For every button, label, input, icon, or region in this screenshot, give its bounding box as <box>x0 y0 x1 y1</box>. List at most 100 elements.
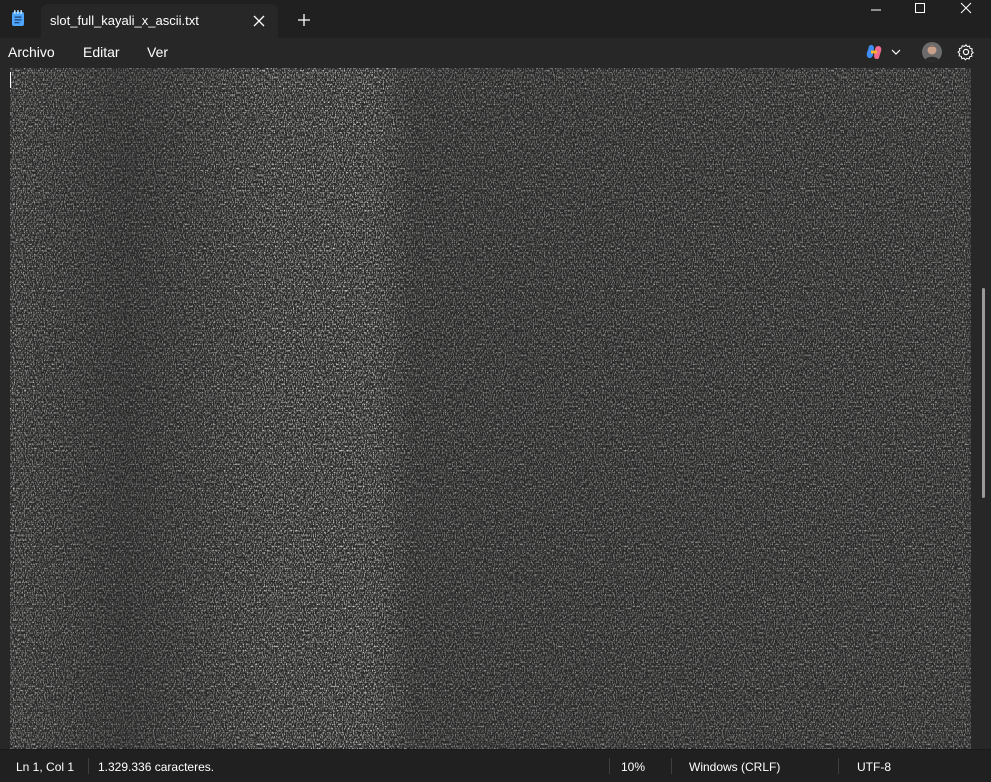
close-tab-icon[interactable] <box>250 12 268 30</box>
ascii-row-gap <box>10 133 971 134</box>
ascii-row-gap <box>10 479 971 480</box>
ascii-row-gap <box>10 589 971 590</box>
ascii-row-gap <box>10 169 971 170</box>
ascii-row-gap <box>10 499 971 500</box>
ascii-row-gap <box>10 601 971 602</box>
ascii-row-gap <box>10 631 971 632</box>
ascii-row-gap <box>10 505 971 506</box>
ascii-row-gap <box>10 719 971 720</box>
encoding[interactable]: UTF-8 <box>857 760 891 774</box>
ascii-row-gap <box>10 445 971 446</box>
ascii-row-gap <box>10 679 971 680</box>
minimize-button[interactable] <box>853 0 899 17</box>
close-icon <box>960 2 972 14</box>
ascii-row-gap <box>10 263 971 264</box>
tab-active-file[interactable]: slot_full_kayali_x_ascii.txt <box>41 4 278 38</box>
chevron-down-icon[interactable] <box>890 46 902 58</box>
ascii-row-gap <box>10 421 971 422</box>
ascii-row-gap <box>10 567 971 568</box>
ascii-row-gap <box>10 95 971 96</box>
ascii-row-gap <box>10 209 971 210</box>
ascii-row-gap <box>10 305 971 306</box>
ascii-row-gap <box>10 195 971 196</box>
ascii-row-gap <box>10 643 971 644</box>
ascii-row-gap <box>10 207 971 208</box>
ascii-row-gap <box>10 385 971 386</box>
ascii-row-gap <box>10 507 971 508</box>
ascii-row-gap <box>10 125 971 126</box>
zoom-level[interactable]: 10% <box>621 760 645 774</box>
notepad-window: slot_full_kayali_x_ascii.txt Archivo Edi… <box>0 0 991 782</box>
ascii-row-gap <box>10 715 971 716</box>
ascii-row-gap <box>10 223 971 224</box>
ascii-row-gap <box>10 573 971 574</box>
editor-area[interactable] <box>0 68 991 749</box>
ascii-row-gap <box>10 417 971 418</box>
ascii-row-gap <box>10 149 971 150</box>
ascii-row-gap <box>10 731 971 732</box>
scroll-thumb[interactable] <box>982 288 985 498</box>
vertical-scrollbar[interactable] <box>976 68 991 749</box>
line-ending[interactable]: Windows (CRLF) <box>689 760 780 774</box>
avatar[interactable] <box>922 42 942 62</box>
ascii-row-gap <box>10 493 971 494</box>
ascii-row-gap <box>10 705 971 706</box>
ascii-row-gap <box>10 697 971 698</box>
gear-icon[interactable] <box>957 43 975 61</box>
ascii-row-gap <box>10 73 971 74</box>
ascii-row-gap <box>10 275 971 276</box>
ascii-row-gap <box>10 553 971 554</box>
ascii-row-gap <box>10 347 971 348</box>
ascii-row-gap <box>10 667 971 668</box>
ascii-row-gap <box>10 477 971 478</box>
ascii-row-gap <box>10 723 971 724</box>
ascii-row-gap <box>10 521 971 522</box>
ascii-row-gap <box>10 255 971 256</box>
ascii-row-gap <box>10 85 971 86</box>
ascii-row-gap <box>10 627 971 628</box>
ascii-row-gap <box>10 717 971 718</box>
ascii-row-gap <box>10 735 971 736</box>
text-caret <box>10 72 11 88</box>
ascii-row-gap <box>10 247 971 248</box>
menu-editar[interactable]: Editar <box>83 44 120 60</box>
ascii-row-gap <box>10 745 971 746</box>
ascii-row-gap <box>10 103 971 104</box>
ascii-row-gap <box>10 527 971 528</box>
ascii-row-gap <box>10 593 971 594</box>
ascii-row-gap <box>10 345 971 346</box>
ascii-row-gap <box>10 681 971 682</box>
ascii-row-gap <box>10 453 971 454</box>
ascii-row-gap <box>10 335 971 336</box>
ascii-row-gap <box>10 535 971 536</box>
ascii-row-gap <box>10 413 971 414</box>
close-window-button[interactable] <box>943 0 989 17</box>
ascii-row-gap <box>10 267 971 268</box>
ascii-row-gap <box>10 427 971 428</box>
ascii-row-gap <box>10 531 971 532</box>
new-tab-plus-icon[interactable] <box>294 10 314 30</box>
menu-ver[interactable]: Ver <box>147 44 168 60</box>
ascii-row-gap <box>10 187 971 188</box>
ascii-row-gap <box>10 173 971 174</box>
copilot-icon[interactable] <box>865 43 883 61</box>
ascii-row-gap <box>10 579 971 580</box>
ascii-row-gap <box>10 563 971 564</box>
ascii-row-gap <box>10 473 971 474</box>
ascii-row-gap <box>10 231 971 232</box>
ascii-art-text[interactable] <box>10 68 971 749</box>
ascii-row-gap <box>10 583 971 584</box>
ascii-row-gap <box>10 155 971 156</box>
ascii-row-gap <box>10 655 971 656</box>
ascii-row-gap <box>10 167 971 168</box>
ascii-row-gap <box>10 519 971 520</box>
ascii-row-gap <box>10 637 971 638</box>
ascii-row-gap <box>10 599 971 600</box>
maximize-button[interactable] <box>897 0 943 17</box>
ascii-row-gap <box>10 487 971 488</box>
menu-archivo[interactable]: Archivo <box>8 44 55 60</box>
ascii-row-gap <box>10 401 971 402</box>
ascii-row-gap <box>10 359 971 360</box>
ascii-row-gap <box>10 501 971 502</box>
cursor-position[interactable]: Ln 1, Col 1 <box>16 760 74 774</box>
